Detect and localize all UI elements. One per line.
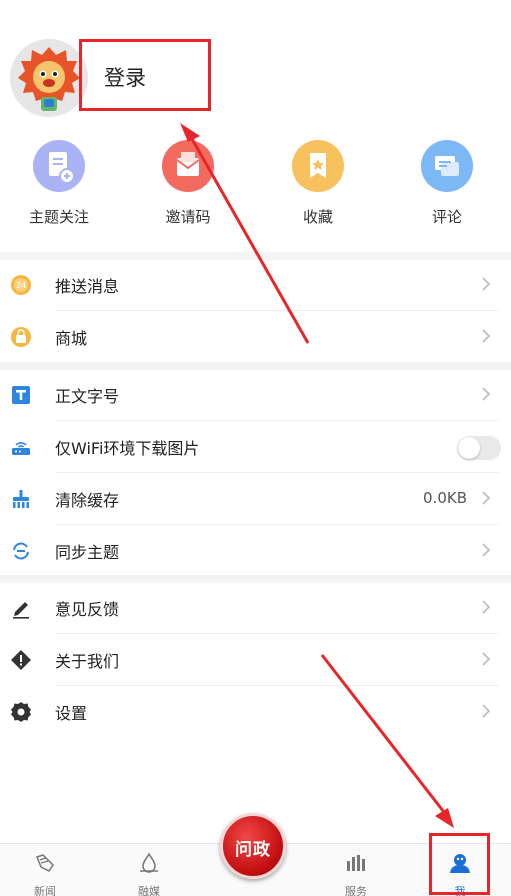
svg-text:24: 24: [16, 281, 26, 290]
quick-action-comment[interactable]: 评论: [397, 140, 497, 227]
invite-code-icon: [162, 140, 214, 192]
menu-item-label: 清除缓存: [55, 491, 120, 510]
settings-gear-icon: [11, 702, 31, 722]
highlight-box-login: [79, 39, 211, 111]
quick-action-label: 收藏: [302, 208, 333, 226]
menu-item-push-message[interactable]: 24 推送消息: [0, 259, 511, 311]
about-icon: [11, 650, 31, 670]
menu-item-label: 意见反馈: [55, 600, 120, 619]
tab-label: 融媒: [138, 885, 160, 896]
comment-icon: [421, 140, 473, 192]
center-button-label: 问政: [235, 840, 271, 860]
menu-item-label: 设置: [55, 704, 88, 723]
menu-item-wifi-only-images: 仅WiFi环境下载图片: [0, 421, 511, 473]
mall-icon: [11, 327, 31, 347]
highlight-box-me-tab: [429, 833, 490, 895]
menu-item-label: 推送消息: [55, 277, 120, 296]
clear-cache-icon: [13, 490, 29, 508]
wifi-only-toggle[interactable]: [457, 436, 501, 460]
quick-action-label: 主题关注: [28, 208, 89, 226]
menu-item-label: 正文字号: [55, 387, 120, 406]
push-message-icon: 24: [11, 275, 31, 295]
menu-item-settings[interactable]: 设置: [0, 686, 511, 738]
chevron-right-icon: [482, 543, 491, 557]
lion-mascot-icon: [10, 39, 88, 117]
topic-follow-icon: [33, 140, 85, 192]
quick-actions: 主题关注 邀请码 收藏 评论: [0, 140, 511, 240]
tab-news[interactable]: 新闻: [5, 844, 85, 896]
profile-header: 登录: [0, 0, 511, 130]
toggle-knob: [458, 437, 480, 459]
cache-size-value: 0.0KB: [423, 489, 467, 507]
quick-action-favorite[interactable]: 收藏: [268, 140, 368, 227]
chevron-right-icon: [482, 704, 491, 718]
feedback-pen-icon: [13, 602, 29, 619]
chevron-right-icon: [482, 277, 491, 291]
chevron-right-icon: [482, 491, 491, 505]
avatar[interactable]: [10, 39, 88, 117]
menu-item-label: 关于我们: [55, 652, 120, 671]
quick-action-label: 邀请码: [165, 208, 211, 226]
menu-item-label: 商城: [55, 329, 88, 348]
chevron-right-icon: [482, 387, 491, 401]
tab-service[interactable]: 服务: [316, 844, 396, 896]
wenzheng-center-button[interactable]: 问政: [220, 813, 286, 879]
chevron-right-icon: [482, 652, 491, 666]
media-icon: [140, 852, 158, 873]
menu-item-about-us[interactable]: 关于我们: [0, 634, 511, 686]
favorite-icon: [292, 140, 344, 192]
news-icon: [36, 854, 54, 872]
service-icon: [347, 855, 365, 871]
sync-icon: [13, 542, 29, 560]
quick-action-topic-follow[interactable]: 主题关注: [9, 140, 109, 227]
menu-item-sync-topics[interactable]: 同步主题: [0, 525, 511, 577]
tab-media[interactable]: 融媒: [109, 844, 189, 896]
menu-item-font-size[interactable]: 正文字号: [0, 369, 511, 421]
menu-item-clear-cache[interactable]: 清除缓存 0.0KB: [0, 473, 511, 525]
wifi-router-icon: [12, 442, 30, 455]
tab-label: 服务: [345, 885, 367, 896]
menu-item-label: 仅WiFi环境下载图片: [55, 439, 200, 458]
chevron-right-icon: [482, 329, 491, 343]
quick-action-invite-code[interactable]: 邀请码: [138, 140, 238, 227]
chevron-right-icon: [482, 600, 491, 614]
quick-action-label: 评论: [431, 208, 462, 226]
font-size-icon: [12, 386, 30, 404]
menu-item-label: 同步主题: [55, 543, 120, 562]
tab-label: 新闻: [34, 885, 56, 896]
menu-item-feedback[interactable]: 意见反馈: [0, 582, 511, 634]
menu-item-mall[interactable]: 商城: [0, 311, 511, 363]
